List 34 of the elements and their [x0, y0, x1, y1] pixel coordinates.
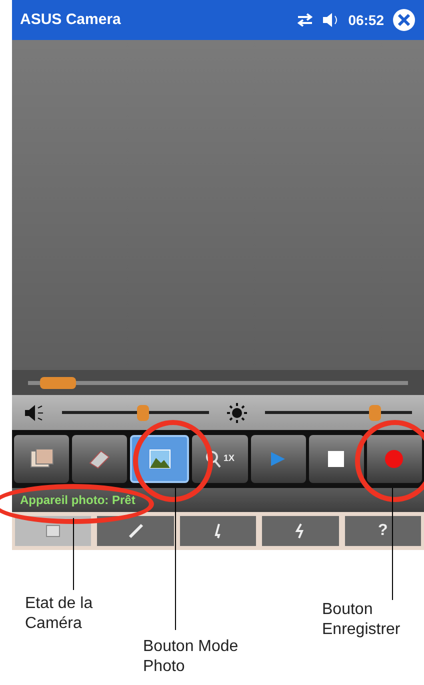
slider-thumb[interactable] [40, 376, 76, 388]
toolbar-button[interactable] [72, 435, 128, 483]
lightning-icon [295, 523, 306, 539]
screen-icon [46, 525, 60, 537]
toolbar-button[interactable]: 1X [192, 435, 248, 483]
volume-slider[interactable] [62, 404, 209, 420]
window-title: ASUS Camera [20, 10, 122, 30]
toolbar-button[interactable] [14, 435, 70, 483]
callout-label: Bouton Enregistrer [322, 600, 402, 640]
slider-thumb[interactable] [136, 404, 149, 420]
callout-label: Bouton Mode Photo [143, 637, 240, 677]
wand-icon [128, 523, 144, 539]
status-text: Appareil photo: Prêt [20, 492, 136, 509]
volume-icon [24, 404, 46, 422]
toolbar-button[interactable] [308, 435, 364, 483]
callout-label: Etat de la Caméra [25, 594, 94, 634]
record-icon [385, 450, 404, 468]
tab-button[interactable] [180, 516, 256, 546]
seek-slider[interactable] [28, 376, 408, 388]
tab-button[interactable] [97, 516, 174, 546]
tab-button[interactable]: ? [344, 516, 422, 546]
stop-icon [328, 451, 344, 467]
magnifier-icon [205, 450, 222, 468]
slider-thumb[interactable] [369, 404, 382, 420]
play-icon [269, 450, 288, 468]
leader-line [73, 518, 74, 590]
close-icon[interactable] [392, 8, 416, 32]
toolbar-button[interactable] [130, 435, 190, 483]
connectivity-icon[interactable] [296, 13, 314, 27]
brightness-slider[interactable] [265, 404, 412, 420]
clock-time[interactable]: 06:52 [348, 10, 384, 30]
zoom-level: 1X [223, 452, 234, 466]
brightness-icon [225, 402, 249, 424]
landscape-icon [148, 449, 171, 469]
